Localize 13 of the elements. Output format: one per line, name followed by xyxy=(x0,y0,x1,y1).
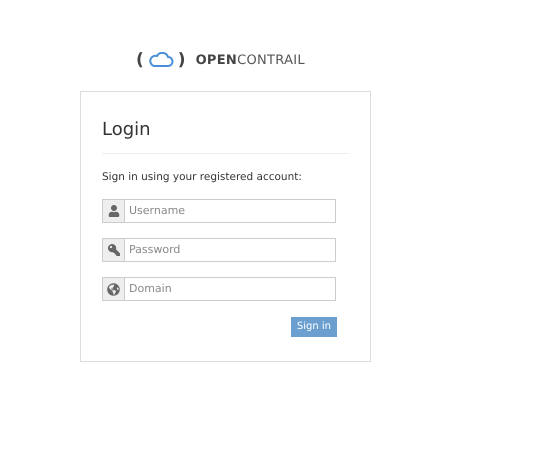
globe-icon xyxy=(107,282,120,296)
cloud-icon xyxy=(148,52,174,68)
person-icon xyxy=(108,205,120,217)
logo-wordmark: OPENCONTRAIL xyxy=(196,54,305,66)
card-title: Login xyxy=(102,118,152,142)
key-icon xyxy=(108,244,120,256)
input-field[interactable]: Domain xyxy=(125,277,336,301)
input-field[interactable]: Username xyxy=(125,199,336,223)
logo-bracket: ) xyxy=(178,52,186,68)
sign-in-button[interactable]: Sign in xyxy=(290,317,337,337)
input-field[interactable]: Password xyxy=(125,238,336,262)
logo-bracket: ( xyxy=(136,52,144,68)
subtitle: Sign in using your registered account: xyxy=(102,170,303,184)
